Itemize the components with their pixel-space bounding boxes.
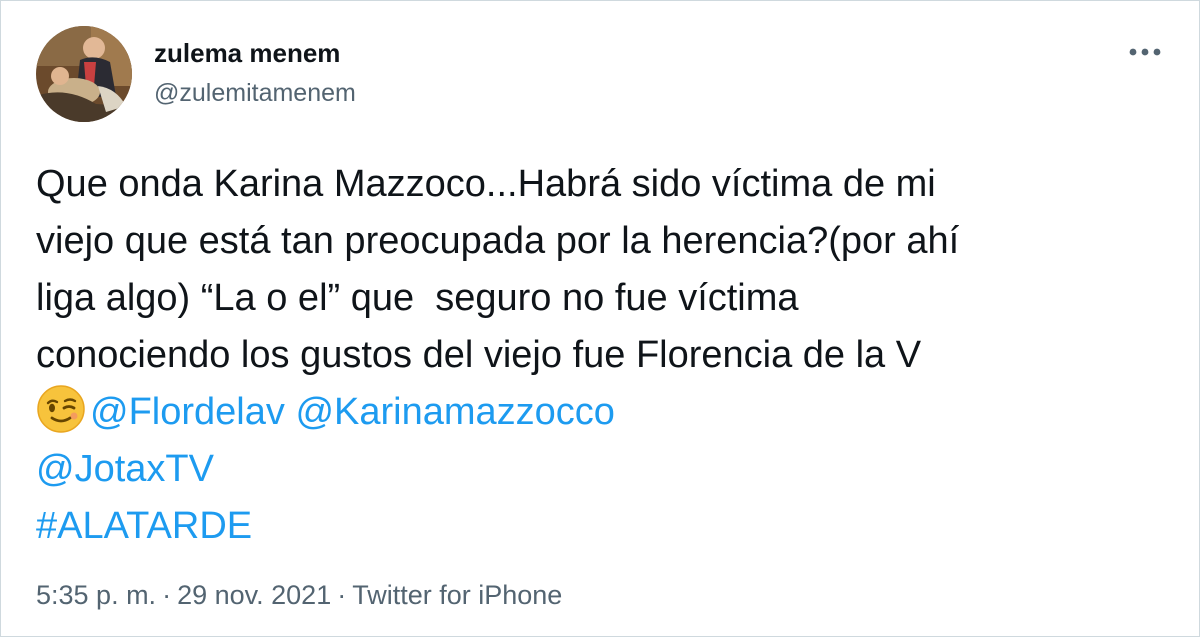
more-options-button[interactable] [1119,34,1171,70]
tweet-metadata: 5:35 p. m. · 29 nov. 2021 · Twitter for iPho… [36,580,562,611]
tweet-text-line: liga algo) “La o el” que seguro no fue v… [36,277,799,319]
more-horizontal-icon [1129,48,1161,56]
author-handle[interactable]: @zulemitamenem [154,79,356,108]
mention-karinamazzocco-link[interactable]: @Karinamazzocco [295,391,614,433]
tweet-card: zulema menem @zulemitamenem Que onda Kar… [0,0,1200,637]
mention-flordelav-link[interactable]: @Flordelav [90,391,285,433]
hashtag-line: #ALATARDE [36,498,1166,555]
author-display-name[interactable]: zulema menem [154,38,340,69]
mention-jotaxtv-link[interactable]: @JotaxTV [36,448,214,490]
tweet-time[interactable]: 5:35 p. m. [36,580,156,610]
hashtag-alatarde-link[interactable]: #ALATARDE [36,505,252,547]
tweet-source[interactable]: Twitter for iPhone [352,580,562,610]
tweet-text-line: Que onda Karina Mazzoco...Habrá sido víc… [36,163,936,205]
tweet-text-line: conociendo los gustos del viejo fue Flor… [36,334,922,376]
avatar[interactable] [36,26,132,122]
tweet-text-line: viejo que está tan preocupada por la her… [36,220,960,262]
separator-dot: · [337,580,347,610]
mentions-line: @JotaxTV [36,441,1166,498]
tweet-date[interactable]: 29 nov. 2021 [177,580,331,610]
mentions-line: @Flordelav @Karinamazzocco [36,384,1166,441]
separator-dot: · [162,580,172,610]
avatar-photo [36,26,132,122]
winking-face-emoji-icon [37,385,85,433]
tweet-text: Que onda Karina Mazzoco...Habrá sido víc… [36,156,1166,555]
